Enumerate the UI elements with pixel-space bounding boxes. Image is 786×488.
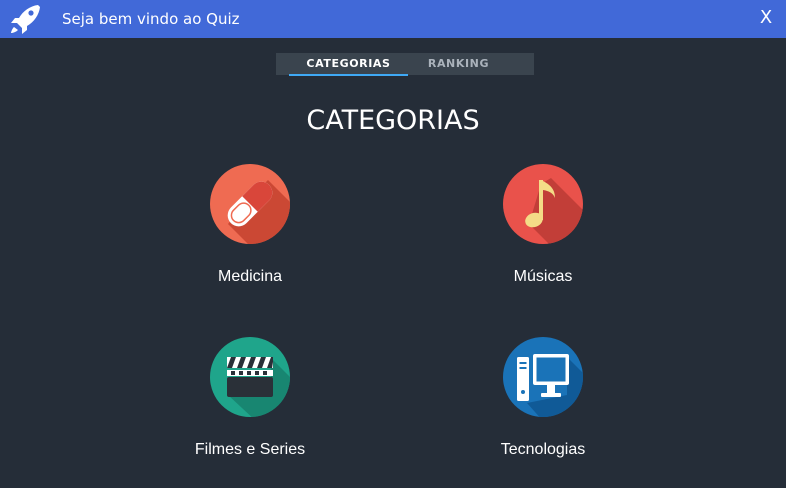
- music-note-icon: [503, 164, 583, 244]
- tab-ranking[interactable]: RANKING: [408, 53, 509, 75]
- category-filmes-e-series[interactable]: Filmes e Series: [150, 337, 350, 461]
- page-title: CATEGORIAS: [306, 105, 480, 136]
- active-tab-indicator: [289, 74, 408, 76]
- close-button[interactable]: X: [746, 0, 786, 38]
- computer-icon: [503, 337, 583, 417]
- category-label: Músicas: [513, 268, 573, 285]
- category-label: Tecnologias: [500, 441, 586, 458]
- category-label: Medicina: [217, 268, 283, 285]
- window-title: Seja bem vindo ao Quiz: [62, 10, 240, 28]
- category-medicina[interactable]: Medicina: [150, 164, 350, 288]
- tab-bar: CATEGORIAS RANKING: [276, 53, 534, 76]
- category-tecnologias[interactable]: Tecnologias: [443, 337, 643, 461]
- category-musicas[interactable]: Músicas: [443, 164, 643, 288]
- category-label: Filmes e Series: [194, 441, 306, 458]
- tab-categorias[interactable]: CATEGORIAS: [289, 53, 408, 75]
- clapperboard-icon: [210, 337, 290, 417]
- quiz-window: Seja bem vindo ao Quiz X CATEGORIAS RANK…: [0, 0, 786, 488]
- rocket-icon: [11, 5, 40, 34]
- pill-icon: [210, 164, 290, 244]
- title-bar[interactable]: Seja bem vindo ao Quiz X: [0, 0, 786, 38]
